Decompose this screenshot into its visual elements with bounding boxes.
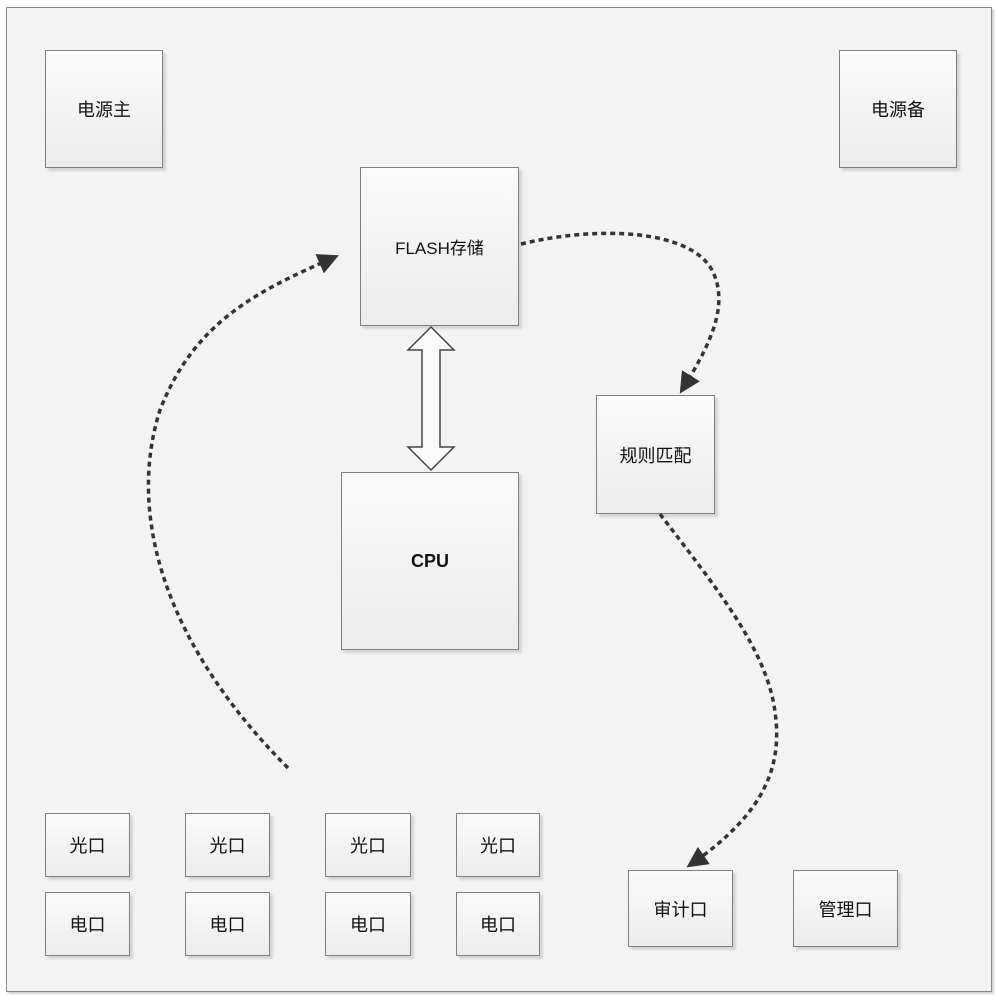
connections-layer: [146, 231, 779, 868]
ports-to-flash-arrow: [146, 254, 339, 770]
flash-cpu-bidirectional-arrow: [406, 325, 456, 472]
rule-to-audit-arrow: [658, 512, 779, 868]
flash-to-rule-arrow: [520, 231, 721, 394]
